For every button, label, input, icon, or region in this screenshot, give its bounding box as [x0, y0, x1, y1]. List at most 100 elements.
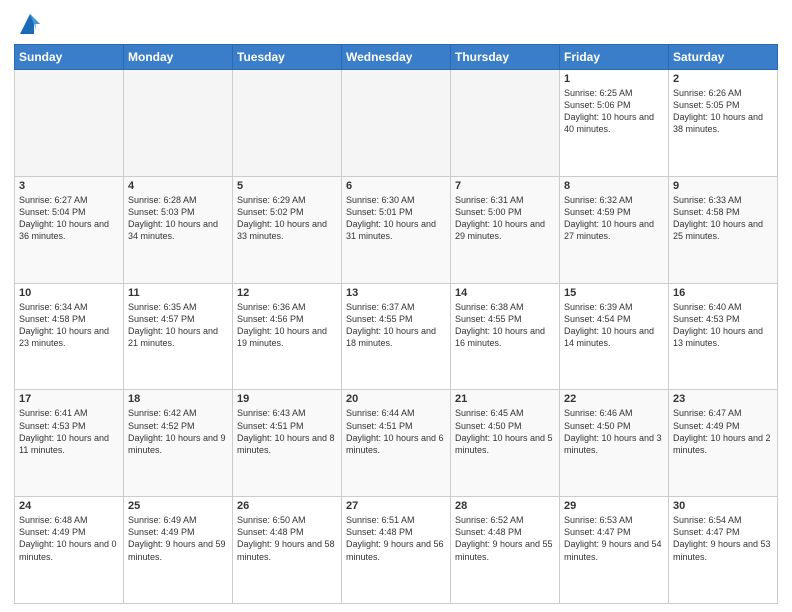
day-number: 24: [19, 500, 119, 512]
calendar-cell: 3Sunrise: 6:27 AMSunset: 5:04 PMDaylight…: [15, 176, 124, 283]
logo: [14, 10, 44, 38]
calendar-cell: 1 Sunrise: 6:25 AMSunset: 5:06 PMDaylight…: [560, 70, 669, 177]
weekday-header-saturday: Saturday: [669, 45, 778, 70]
day-info: Sunrise: 6:38 AMSunset: 4:55 PMDaylight:…: [455, 301, 555, 350]
calendar-cell: 24Sunrise: 6:48 AMSunset: 4:49 PMDayligh…: [15, 497, 124, 604]
calendar-cell: 5Sunrise: 6:29 AMSunset: 5:02 PMDaylight…: [233, 176, 342, 283]
day-info: Sunrise: 6:53 AMSunset: 4:47 PMDaylight:…: [564, 514, 664, 563]
day-number: 12: [237, 287, 337, 299]
weekday-header-thursday: Thursday: [451, 45, 560, 70]
calendar-cell: 28Sunrise: 6:52 AMSunset: 4:48 PMDayligh…: [451, 497, 560, 604]
day-number: 23: [673, 393, 773, 405]
calendar-cell: [124, 70, 233, 177]
calendar-week-3: 17Sunrise: 6:41 AMSunset: 4:53 PMDayligh…: [15, 390, 778, 497]
day-number: 25: [128, 500, 228, 512]
calendar-cell: 2Sunrise: 6:26 AMSunset: 5:05 PMDaylight…: [669, 70, 778, 177]
day-info: Sunrise: 6:33 AMSunset: 4:58 PMDaylight:…: [673, 194, 773, 243]
day-number: 27: [346, 500, 446, 512]
calendar-cell: 19 Sunrise: 6:43 AMSunset: 4:51 PMDayligh…: [233, 390, 342, 497]
day-info: Sunrise: 6:30 AMSunset: 5:01 PMDaylight:…: [346, 194, 446, 243]
day-number: 15: [564, 287, 664, 299]
day-info: Sunrise: 6:32 AMSunset: 4:59 PMDaylight:…: [564, 194, 664, 243]
day-number: 11: [128, 287, 228, 299]
day-number: 13: [346, 287, 446, 299]
weekday-header-monday: Monday: [124, 45, 233, 70]
calendar-cell: 11 Sunrise: 6:35 AMSunset: 4:57 PMDayligh…: [124, 283, 233, 390]
calendar-cell: 18 Sunrise: 6:42 AMSunset: 4:52 PMDayligh…: [124, 390, 233, 497]
calendar-cell: 21 Sunrise: 6:45 AMSunset: 4:50 PMDayligh…: [451, 390, 560, 497]
day-info: Sunrise: 6:44 AMSunset: 4:51 PMDaylight:…: [346, 407, 446, 456]
day-info: Sunrise: 6:37 AMSunset: 4:55 PMDaylight:…: [346, 301, 446, 350]
day-info: Sunrise: 6:50 AMSunset: 4:48 PMDaylight:…: [237, 514, 337, 563]
calendar-cell: [342, 70, 451, 177]
day-info: Sunrise: 6:42 AMSunset: 4:52 PMDaylight:…: [128, 407, 228, 456]
calendar-table: SundayMondayTuesdayWednesdayThursdayFrid…: [14, 44, 778, 604]
day-info: Sunrise: 6:45 AMSunset: 4:50 PMDaylight:…: [455, 407, 555, 456]
day-number: 1: [564, 73, 664, 85]
day-number: 17: [19, 393, 119, 405]
calendar-cell: 14 Sunrise: 6:38 AMSunset: 4:55 PMDayligh…: [451, 283, 560, 390]
day-number: 19: [237, 393, 337, 405]
weekday-header-row: SundayMondayTuesdayWednesdayThursdayFrid…: [15, 45, 778, 70]
day-info: Sunrise: 6:25 AMSunset: 5:06 PMDaylight:…: [564, 87, 664, 136]
calendar-cell: 10 Sunrise: 6:34 AMSunset: 4:58 PMDayligh…: [15, 283, 124, 390]
calendar-cell: 8 Sunrise: 6:32 AMSunset: 4:59 PMDaylight…: [560, 176, 669, 283]
calendar-week-0: 1 Sunrise: 6:25 AMSunset: 5:06 PMDaylight…: [15, 70, 778, 177]
day-number: 10: [19, 287, 119, 299]
day-info: Sunrise: 6:51 AMSunset: 4:48 PMDaylight:…: [346, 514, 446, 563]
calendar-cell: 16Sunrise: 6:40 AMSunset: 4:53 PMDayligh…: [669, 283, 778, 390]
calendar-cell: 15 Sunrise: 6:39 AMSunset: 4:54 PMDayligh…: [560, 283, 669, 390]
day-info: Sunrise: 6:46 AMSunset: 4:50 PMDaylight:…: [564, 407, 664, 456]
calendar-cell: [233, 70, 342, 177]
calendar-cell: 6 Sunrise: 6:30 AMSunset: 5:01 PMDaylight…: [342, 176, 451, 283]
day-info: Sunrise: 6:39 AMSunset: 4:54 PMDaylight:…: [564, 301, 664, 350]
day-info: Sunrise: 6:27 AMSunset: 5:04 PMDaylight:…: [19, 194, 119, 243]
day-number: 9: [673, 180, 773, 192]
day-number: 6: [346, 180, 446, 192]
day-info: Sunrise: 6:31 AMSunset: 5:00 PMDaylight:…: [455, 194, 555, 243]
day-info: Sunrise: 6:43 AMSunset: 4:51 PMDaylight:…: [237, 407, 337, 456]
calendar-cell: 17Sunrise: 6:41 AMSunset: 4:53 PMDayligh…: [15, 390, 124, 497]
calendar-cell: 13 Sunrise: 6:37 AMSunset: 4:55 PMDayligh…: [342, 283, 451, 390]
calendar-cell: [15, 70, 124, 177]
calendar-cell: 9 Sunrise: 6:33 AMSunset: 4:58 PMDaylight…: [669, 176, 778, 283]
calendar-cell: 29 Sunrise: 6:53 AMSunset: 4:47 PMDayligh…: [560, 497, 669, 604]
day-info: Sunrise: 6:29 AMSunset: 5:02 PMDaylight:…: [237, 194, 337, 243]
day-number: 8: [564, 180, 664, 192]
day-number: 30: [673, 500, 773, 512]
day-number: 29: [564, 500, 664, 512]
day-number: 4: [128, 180, 228, 192]
weekday-header-friday: Friday: [560, 45, 669, 70]
day-number: 14: [455, 287, 555, 299]
calendar-cell: 22 Sunrise: 6:46 AMSunset: 4:50 PMDayligh…: [560, 390, 669, 497]
day-info: Sunrise: 6:35 AMSunset: 4:57 PMDaylight:…: [128, 301, 228, 350]
calendar-cell: 30Sunrise: 6:54 AMSunset: 4:47 PMDayligh…: [669, 497, 778, 604]
logo-icon: [16, 10, 44, 38]
calendar-week-1: 3Sunrise: 6:27 AMSunset: 5:04 PMDaylight…: [15, 176, 778, 283]
day-number: 20: [346, 393, 446, 405]
day-info: Sunrise: 6:36 AMSunset: 4:56 PMDaylight:…: [237, 301, 337, 350]
calendar-week-2: 10 Sunrise: 6:34 AMSunset: 4:58 PMDayligh…: [15, 283, 778, 390]
day-number: 7: [455, 180, 555, 192]
page-header: [14, 10, 778, 38]
calendar-cell: 12 Sunrise: 6:36 AMSunset: 4:56 PMDayligh…: [233, 283, 342, 390]
weekday-header-wednesday: Wednesday: [342, 45, 451, 70]
day-number: 22: [564, 393, 664, 405]
weekday-header-sunday: Sunday: [15, 45, 124, 70]
day-info: Sunrise: 6:49 AMSunset: 4:49 PMDaylight:…: [128, 514, 228, 563]
calendar-cell: 26 Sunrise: 6:50 AMSunset: 4:48 PMDayligh…: [233, 497, 342, 604]
calendar-cell: 23Sunrise: 6:47 AMSunset: 4:49 PMDayligh…: [669, 390, 778, 497]
day-number: 26: [237, 500, 337, 512]
day-number: 16: [673, 287, 773, 299]
calendar-cell: 27 Sunrise: 6:51 AMSunset: 4:48 PMDayligh…: [342, 497, 451, 604]
weekday-header-tuesday: Tuesday: [233, 45, 342, 70]
day-info: Sunrise: 6:26 AMSunset: 5:05 PMDaylight:…: [673, 87, 773, 136]
day-info: Sunrise: 6:34 AMSunset: 4:58 PMDaylight:…: [19, 301, 119, 350]
day-number: 21: [455, 393, 555, 405]
day-info: Sunrise: 6:52 AMSunset: 4:48 PMDaylight:…: [455, 514, 555, 563]
calendar-cell: [451, 70, 560, 177]
calendar-cell: 4 Sunrise: 6:28 AMSunset: 5:03 PMDaylight…: [124, 176, 233, 283]
calendar-cell: 25 Sunrise: 6:49 AMSunset: 4:49 PMDayligh…: [124, 497, 233, 604]
day-number: 18: [128, 393, 228, 405]
day-info: Sunrise: 6:28 AMSunset: 5:03 PMDaylight:…: [128, 194, 228, 243]
